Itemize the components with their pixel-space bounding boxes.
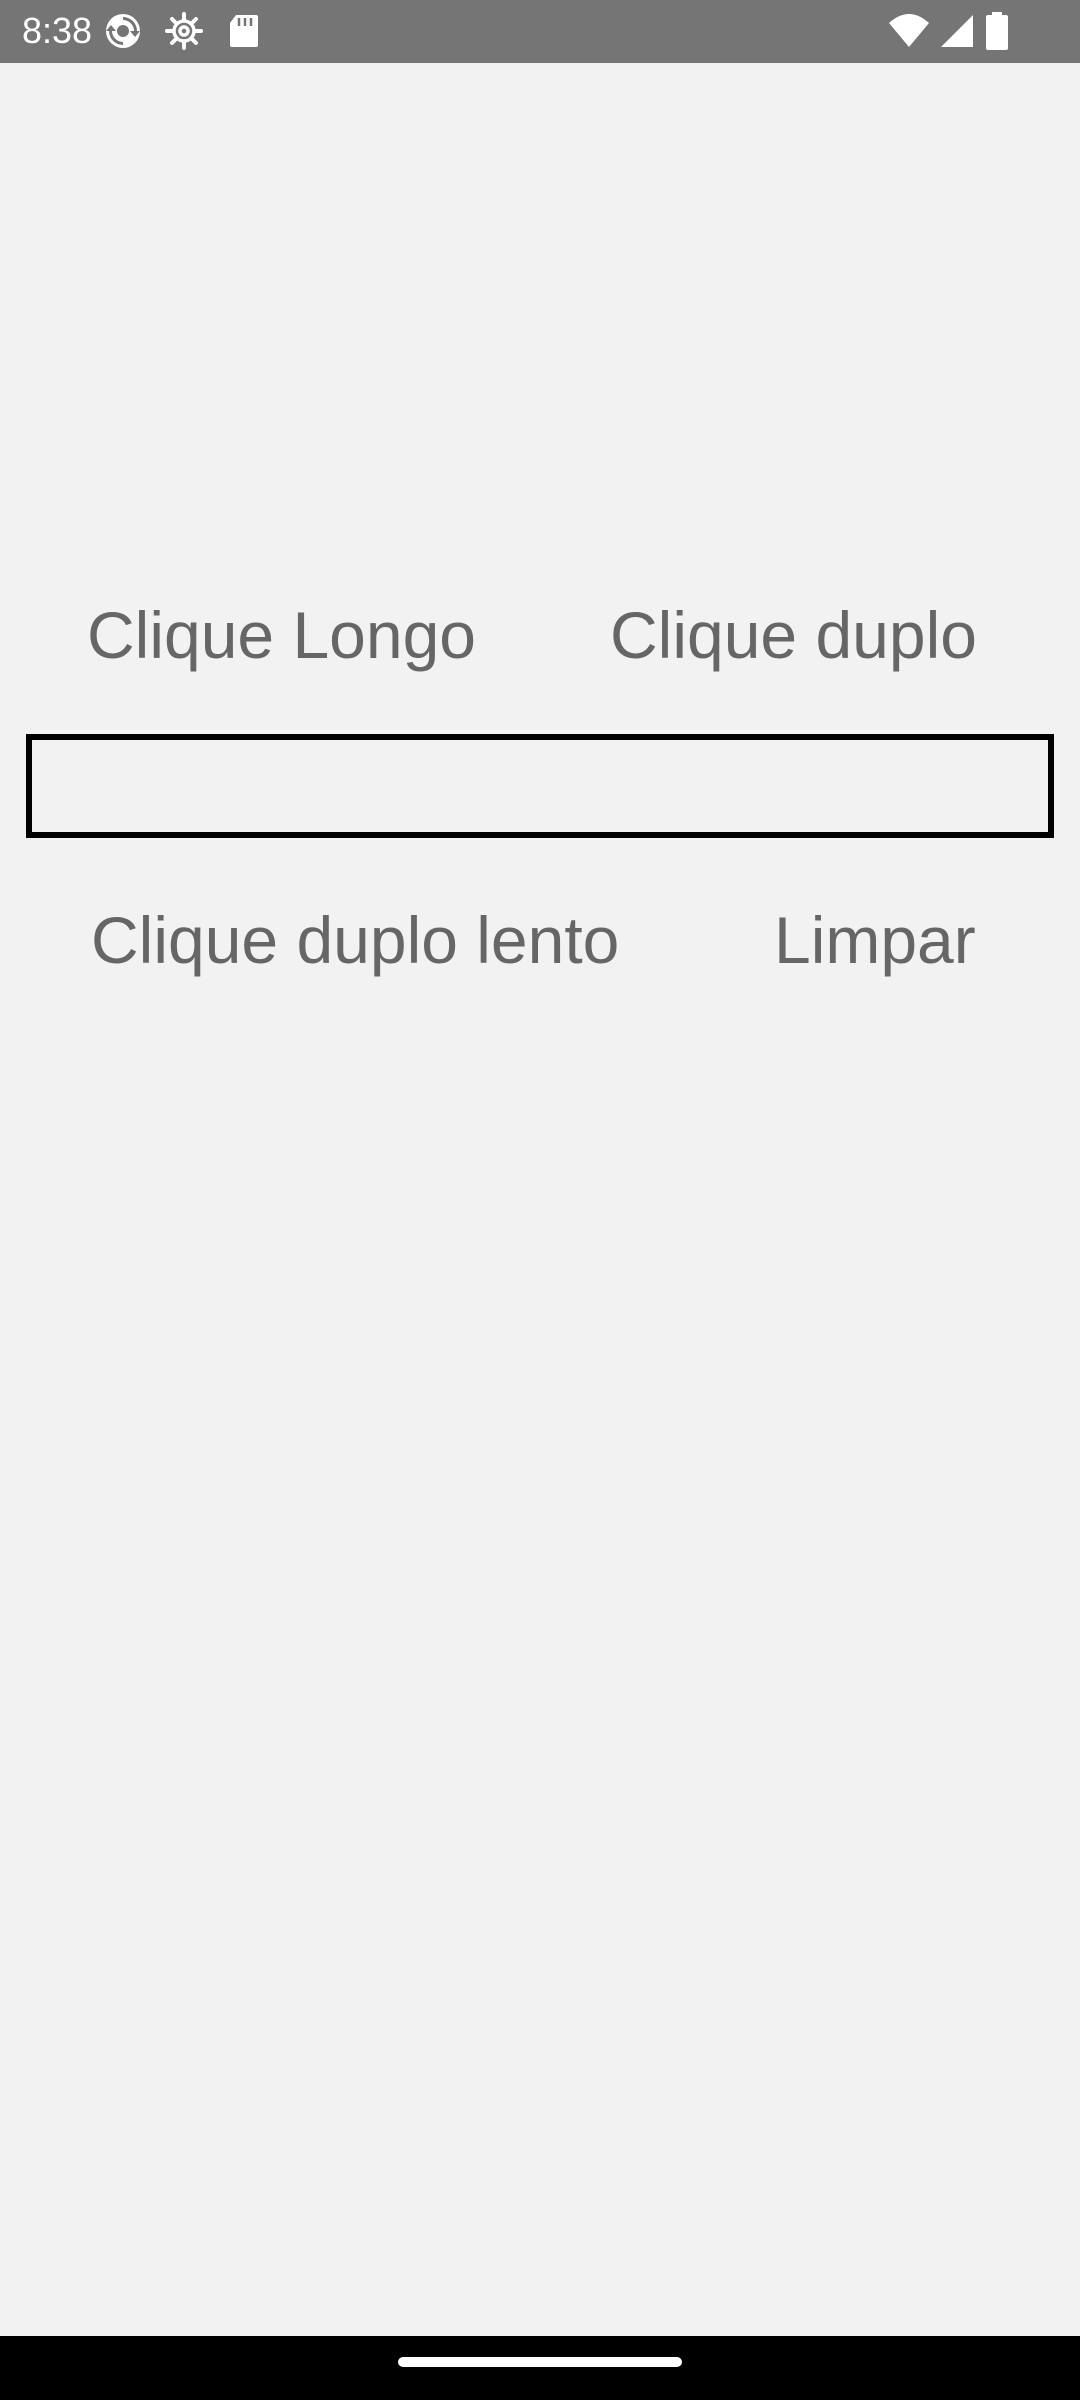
cell-signal-icon: [937, 11, 977, 51]
text-input[interactable]: [26, 734, 1054, 838]
slow-double-click-button[interactable]: Clique duplo lento: [91, 900, 619, 980]
settings-icon: [164, 11, 204, 51]
double-click-button[interactable]: Clique duplo: [610, 595, 977, 675]
sd-card-icon: [224, 11, 264, 51]
status-time: 8:38: [22, 10, 93, 51]
long-click-button[interactable]: Clique Longo: [87, 595, 476, 675]
clear-button[interactable]: Limpar: [774, 900, 976, 980]
battery-icon: [982, 11, 1012, 51]
sync-icon: [103, 11, 143, 51]
home-gesture-handle[interactable]: [398, 2357, 682, 2367]
wifi-icon: [887, 11, 931, 51]
navigation-bar: [0, 2336, 1080, 2400]
status-bar: 8:38: [0, 0, 1080, 63]
